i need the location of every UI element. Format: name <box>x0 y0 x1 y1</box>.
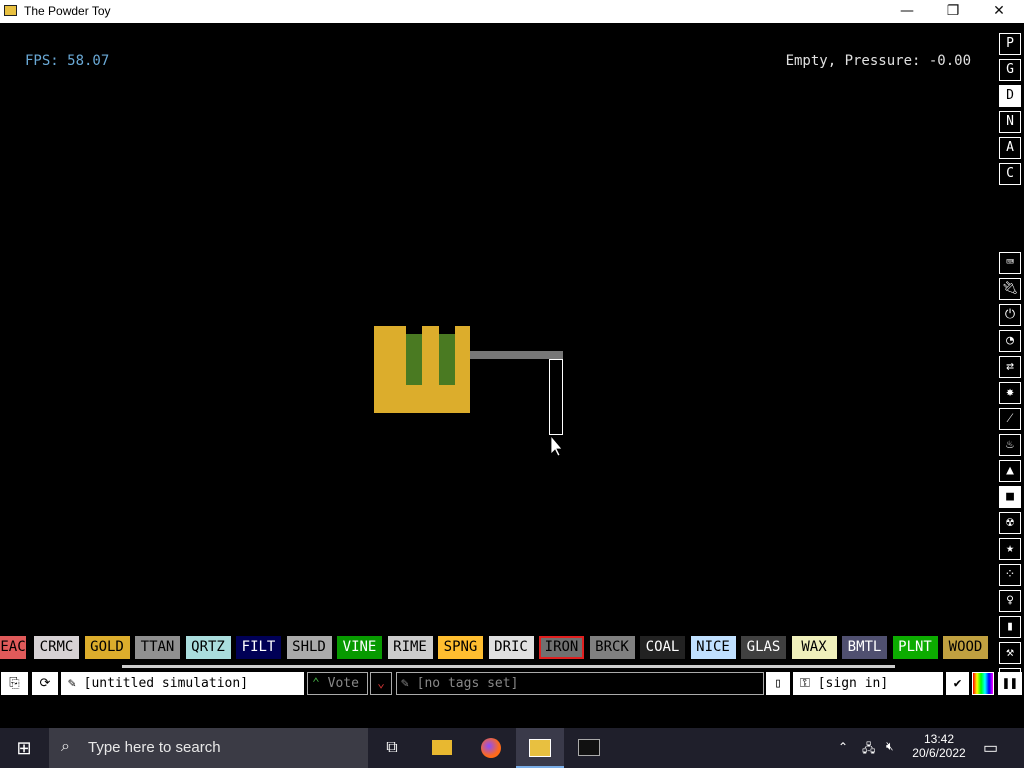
volume-muted-icon[interactable]: 🔇︎ <box>886 739 894 754</box>
element-rime-button[interactable]: RIME <box>387 636 433 659</box>
gap-right <box>439 326 455 334</box>
solid-square-icon[interactable]: ■ <box>999 486 1021 508</box>
settings-button[interactable]: ✔ <box>946 672 969 695</box>
element-nice-button[interactable]: NICE <box>690 636 736 659</box>
element-vine-button[interactable]: VINE <box>337 636 382 659</box>
star-icon[interactable]: ★ <box>999 538 1021 560</box>
element-iron-button[interactable]: IRON <box>539 636 584 659</box>
element-eac-button[interactable]: EAC <box>0 636 26 659</box>
fire-drop-icon[interactable]: ♨ <box>999 434 1021 456</box>
search-placeholder: Type here to search <box>88 739 221 756</box>
lightbulb-icon[interactable]: ♀ <box>999 590 1021 612</box>
plug-icon[interactable]: 🔌︎ <box>999 278 1021 300</box>
menu-a-button[interactable]: A <box>999 137 1021 159</box>
window-titlebar: The Powder Toy — ❐ ✕ <box>0 0 1024 23</box>
mouse-cursor <box>550 434 563 457</box>
brush-outline <box>549 359 563 435</box>
element-qrtz-button[interactable]: QRTZ <box>185 636 231 659</box>
clock-date: 20/6/2022 <box>912 746 966 760</box>
simulation-name: [untitled simulation] <box>83 676 249 691</box>
close-button[interactable]: ✕ <box>976 0 1022 23</box>
bookmark-icon[interactable]: ▮ <box>999 616 1021 638</box>
sign-in-button[interactable]: ⚿ [sign in] <box>793 672 943 695</box>
element-bmtl-button[interactable]: BMTL <box>842 636 887 659</box>
element-dric-button[interactable]: DRIC <box>488 636 534 659</box>
tray-chevron-icon[interactable]: ⌃ <box>838 740 848 754</box>
gap-left <box>406 326 422 334</box>
element-wax-button[interactable]: WAX <box>791 636 837 659</box>
menu-d-button[interactable]: D <box>999 85 1021 107</box>
windows-taskbar: ⊞ ⌕ Type here to search ⧉ ⌃ 🖧︎ 🔇︎ 13:42 … <box>0 728 1024 768</box>
menu-c-button[interactable]: C <box>999 163 1021 185</box>
notifications-icon[interactable]: ▭ <box>983 738 998 758</box>
reload-button[interactable]: ⟳ <box>32 672 58 695</box>
maximize-button[interactable]: ❐ <box>930 0 976 23</box>
pipe-icon[interactable]: ⁄ <box>999 408 1021 430</box>
vine-column-left <box>406 334 422 385</box>
explosive-icon[interactable]: ✸ <box>999 382 1021 404</box>
vote-up-button[interactable]: ⌃ Vote <box>307 672 368 695</box>
key-icon: ⚿ <box>800 676 818 691</box>
element-plnt-button[interactable]: PLNT <box>892 636 938 659</box>
minimize-button[interactable]: — <box>884 0 930 23</box>
file-explorer-icon[interactable] <box>418 728 466 768</box>
element-gold-button[interactable]: GOLD <box>84 636 130 659</box>
element-shld-button[interactable]: SHLD <box>286 636 332 659</box>
task-view-icon[interactable]: ⧉ <box>368 728 416 768</box>
start-button[interactable]: ⊞ <box>0 728 48 768</box>
pressure-gauge-icon[interactable]: ◔ <box>999 330 1021 352</box>
simulation-canvas[interactable]: FPS: 58.07 Empty, Pressure: -0.00 <box>0 23 1024 728</box>
iron-bar <box>470 351 563 359</box>
save-simulation-button[interactable]: ✎ [untitled simulation] <box>61 672 304 695</box>
powder-dots-icon[interactable]: ⁘ <box>999 564 1021 586</box>
tags-button[interactable]: ✎ [no tags set] <box>396 672 764 695</box>
element-brck-button[interactable]: BRCK <box>589 636 635 659</box>
tags-label: [no tags set] <box>416 676 519 691</box>
element-ttan-button[interactable]: TTAN <box>135 636 180 659</box>
keyboard-icon[interactable]: ⌨ <box>999 252 1021 274</box>
gas-flask-icon[interactable]: ▲ <box>999 460 1021 482</box>
sign-in-label: [sign in] <box>817 676 889 691</box>
window-title: The Powder Toy <box>24 4 111 18</box>
taskbar-search[interactable]: ⌕ Type here to search <box>49 728 368 768</box>
upvote-icon: ⌃ <box>312 676 328 691</box>
element-coal-button[interactable]: COAL <box>640 636 685 659</box>
radioactive-icon[interactable]: ☢ <box>999 512 1021 534</box>
terminal-icon[interactable] <box>565 728 613 768</box>
force-arrows-icon[interactable]: ⇄ <box>999 356 1021 378</box>
element-filt-button[interactable]: FILT <box>236 636 281 659</box>
display-mode-button[interactable] <box>972 672 994 695</box>
tag-icon: ✎ <box>401 676 417 691</box>
menu-p-button[interactable]: P <box>999 33 1021 55</box>
element-scrollbar[interactable] <box>122 665 895 668</box>
tools-icon[interactable]: ⚒ <box>999 642 1021 664</box>
app-icon <box>4 5 17 16</box>
simulation-drawing <box>374 326 563 457</box>
firefox-icon[interactable] <box>467 728 515 768</box>
powder-toy-taskbar-icon[interactable] <box>516 728 564 768</box>
vine-column-right <box>439 334 455 385</box>
menu-n-button[interactable]: N <box>999 111 1021 133</box>
element-wood-button[interactable]: WOOD <box>943 636 988 659</box>
search-icon: ⌕ <box>61 738 70 755</box>
element-crmc-button[interactable]: CRMC <box>34 636 79 659</box>
save-icon: ✎ <box>68 676 84 691</box>
vote-down-button[interactable]: ⌄ <box>370 672 392 695</box>
menu-g-button[interactable]: G <box>999 59 1021 81</box>
element-spng-button[interactable]: SPNG <box>438 636 483 659</box>
vote-label: Vote <box>327 676 359 691</box>
open-save-button[interactable]: ⎘ <box>1 672 28 695</box>
clock[interactable]: 13:42 20/6/2022 <box>908 732 970 760</box>
element-glas-button[interactable]: GLAS <box>741 636 786 659</box>
power-icon[interactable]: ⏻ <box>999 304 1021 326</box>
network-icon[interactable]: 🖧︎ <box>862 739 875 760</box>
pause-button[interactable]: ❚❚ <box>998 672 1022 695</box>
new-simulation-button[interactable]: ▯ <box>766 672 790 695</box>
clock-time: 13:42 <box>923 732 955 746</box>
